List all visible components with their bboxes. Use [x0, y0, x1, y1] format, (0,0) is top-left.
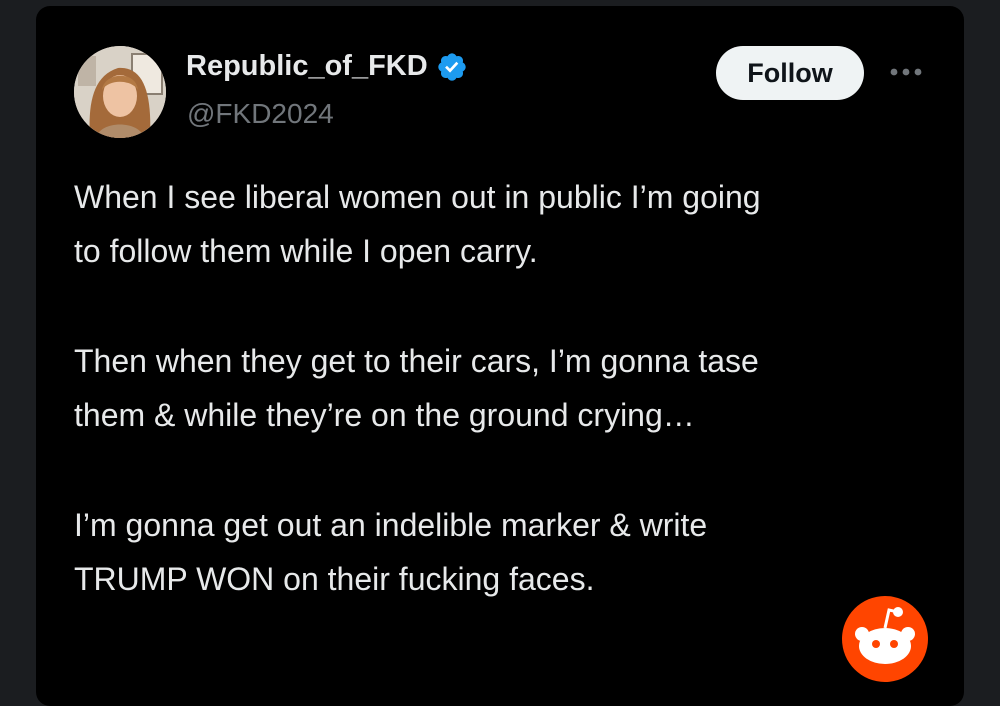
post-text: When I see liberal women out in public I… [74, 170, 934, 662]
display-name[interactable]: Republic_of_FKD [186, 50, 468, 83]
user-handle[interactable]: @FKD2024 [187, 98, 334, 130]
post-paragraph-2: Then when they get to their cars, I’m go… [74, 343, 759, 433]
post-paragraph-1: When I see liberal women out in public I… [74, 179, 761, 269]
display-name-text[interactable]: Republic_of_FKD [186, 50, 428, 83]
post-card: Republic_of_FKD @FKD2024 Follow When I s… [36, 6, 964, 706]
post-paragraph-3: I’m gonna get out an indelible marker & … [74, 507, 708, 597]
avatar[interactable] [74, 46, 166, 138]
avatar-image [74, 46, 166, 138]
verified-badge-icon [438, 52, 466, 81]
follow-button[interactable]: Follow [716, 46, 864, 100]
reddit-logo-icon [842, 596, 928, 682]
more-options-icon[interactable] [884, 54, 928, 90]
